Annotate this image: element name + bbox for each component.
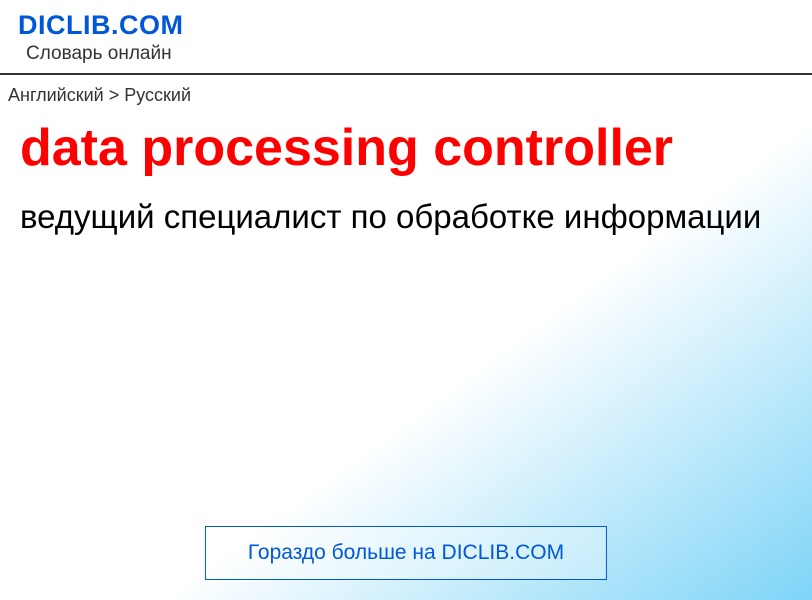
site-name[interactable]: DICLIB.COM (18, 10, 804, 41)
header: DICLIB.COM Словарь онлайн (0, 0, 812, 75)
site-subtitle: Словарь онлайн (18, 43, 804, 65)
more-link[interactable]: Гораздо больше на DICLIB.COM (205, 526, 607, 580)
footer: Гораздо больше на DICLIB.COM (205, 526, 607, 580)
dictionary-term: data processing controller (0, 116, 812, 181)
breadcrumb[interactable]: Английский > Русский (0, 75, 812, 116)
dictionary-translation: ведущий специалист по обработке информац… (0, 181, 812, 253)
